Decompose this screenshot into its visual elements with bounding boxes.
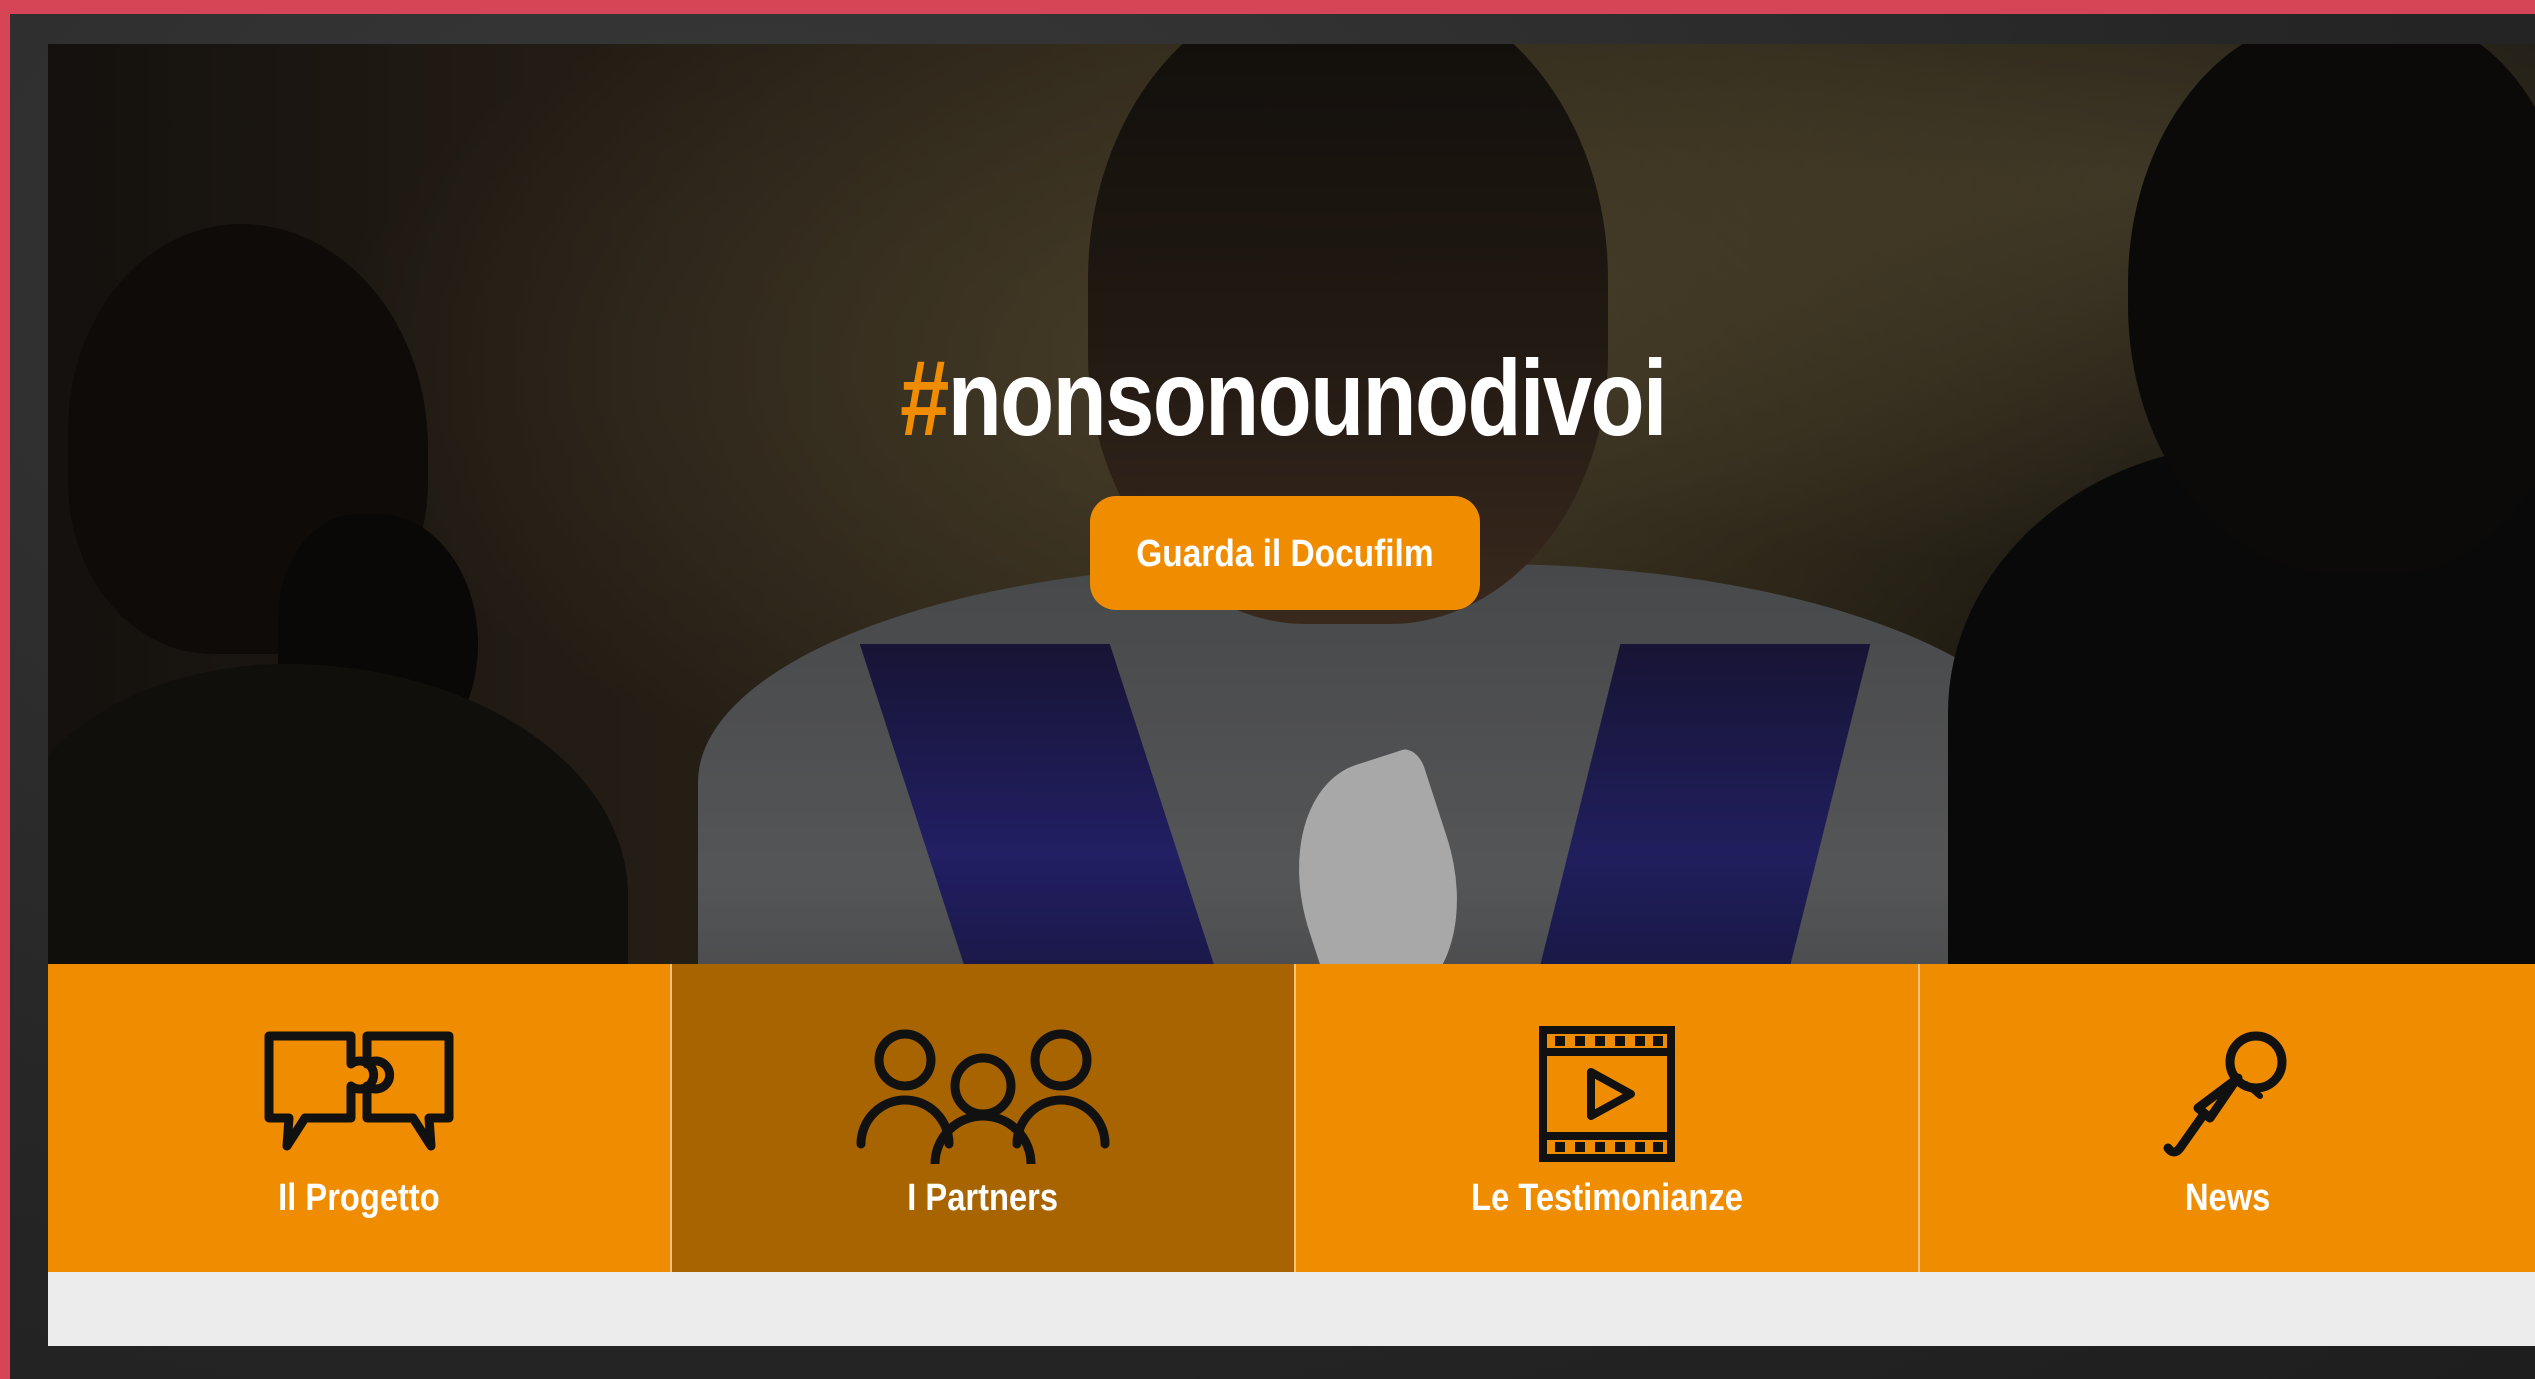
tile-i-partners-label: I Partners [907,1177,1059,1219]
puzzle-speech-bubbles-icon [48,1024,670,1164]
content-strip [48,1272,2535,1346]
tile-le-testimonianze-label: Le Testimonianze [1471,1177,1743,1219]
hero-hashtag-title: #nonsonounodivoi [270,344,2295,452]
top-accent-bar [0,0,2535,14]
film-play-icon [1296,1024,1918,1164]
microphone-icon [1920,1024,2535,1164]
tile-news-label: News [2184,1177,2271,1219]
hero-content: #nonsonounodivoi Guarda il Docufilm [48,44,2535,964]
people-group-icon [672,1024,1294,1164]
hashtag-text: nonsonounodivoi [947,337,1668,458]
section-tiles: Il Progetto I Partners Le Testimonianze … [48,964,2535,1272]
watch-docufilm-button[interactable]: Guarda il Docufilm [1090,496,1480,610]
hashtag-symbol: # [900,337,949,458]
tile-il-progetto-label: Il Progetto [278,1177,440,1219]
tile-i-partners[interactable]: I Partners [672,964,1296,1272]
tile-news[interactable]: News [1920,964,2535,1272]
tile-il-progetto[interactable]: Il Progetto [48,964,672,1272]
left-accent-bar [0,0,10,1379]
hero-section: #nonsonounodivoi Guarda il Docufilm [48,44,2535,964]
tile-le-testimonianze[interactable]: Le Testimonianze [1296,964,1920,1272]
watch-docufilm-button-label: Guarda il Docufilm [1136,533,1434,575]
page: #nonsonounodivoi Guarda il Docufilm Il P… [48,44,2535,1346]
